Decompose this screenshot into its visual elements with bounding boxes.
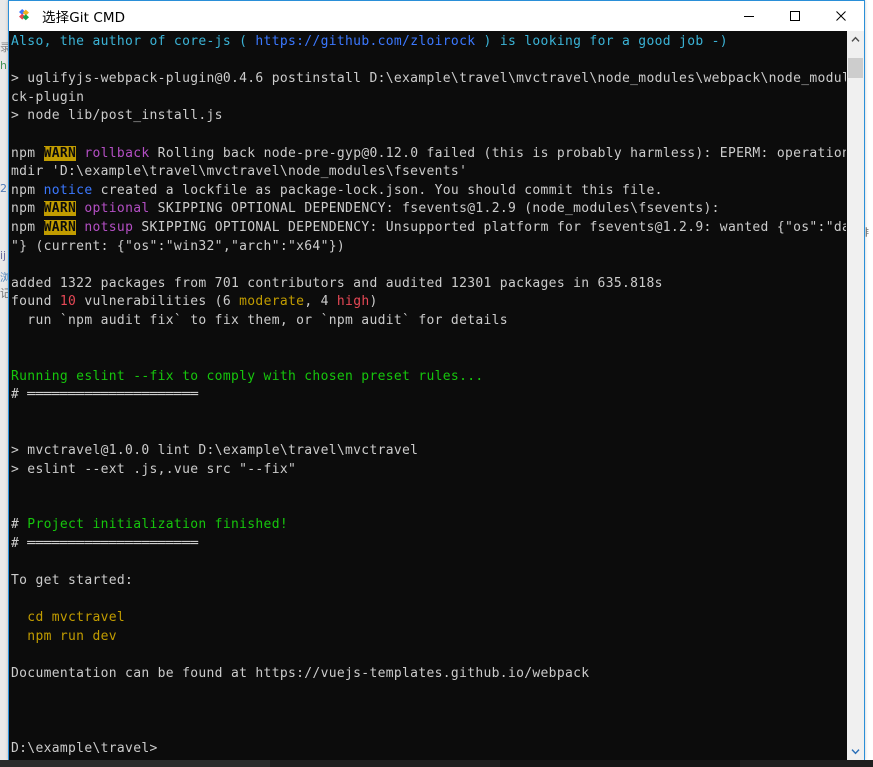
maximize-button[interactable] [772,1,818,31]
terminal-line: > node lib/post_install.js [11,108,223,123]
close-button[interactable] [818,1,864,31]
scroll-down-arrow[interactable] [847,743,864,760]
terminal-line: # ═════════════════════ [11,387,198,402]
scroll-up-arrow[interactable] [847,31,864,48]
terminal-segment: vulnerabilities (6 [76,294,240,310]
terminal-segment: WARN [43,219,77,235]
terminal-segment: Documentation can be found at https://vu… [11,666,590,682]
terminal-segment: WARN [43,145,77,161]
terminal-output-region[interactable]: Also, the author of core-js ( https://gi… [9,31,846,760]
terminal-segment: D:\example\travel> [11,740,158,756]
terminal-line: # ═════════════════════ [11,536,198,551]
git-cmd-window: 选择Git CMD Also, the author of core-js ( … [8,0,865,760]
taskbar-segment-left[interactable] [0,760,270,767]
terminal-segment: 10 [59,294,77,310]
terminal-segment: npm [11,145,44,161]
terminal-segment: ck-plugin [11,89,85,105]
terminal-area: Also, the author of core-js ( https://gi… [9,31,864,760]
terminal-segment: "} (current: {"os":"win32","arch":"x64"}… [11,238,346,254]
terminal-segment: SKIPPING OPTIONAL DEPENDENCY: fsevents@1… [149,201,720,217]
terminal-line: npm WARN notsup SKIPPING OPTIONAL DEPEND… [11,219,846,235]
terminal-segment: found [11,294,60,310]
terminal-line: ck-plugin [11,90,84,105]
terminal-line: > eslint --ext .js,.vue src "--fix" [11,462,296,477]
terminal-segment: > node lib/post_install.js [11,108,223,124]
terminal-line: cd mvctravel [11,610,125,625]
window-controls [726,1,864,31]
terminal-line: npm notice created a lockfile as package… [11,183,663,198]
terminal-segment: SKIPPING OPTIONAL DEPENDENCY: Unsupporte… [141,219,846,235]
terminal-line: Documentation can be found at https://vu… [11,666,589,681]
terminal-segment: cd mvctravel [11,610,126,626]
terminal-segment: npm run dev [11,629,117,644]
terminal-segment: ) is looking for a good job -) [475,34,728,49]
git-cmd-icon [15,7,33,25]
minimize-button[interactable] [726,1,772,31]
terminal-segment: optional [84,201,150,217]
terminal-segment: https://github.com/zloirock [255,34,476,49]
terminal-segment: notice [43,182,93,198]
window-title: 选择Git CMD [42,10,126,26]
terminal-segment: run `npm audit fix` to fix them, or `npm… [11,312,508,328]
terminal-segment: > eslint --ext .js,.vue src "--fix" [11,461,297,477]
terminal-line: > uglifyjs-webpack-plugin@0.4.6 postinst… [11,71,846,86]
terminal-segment: npm [11,182,44,198]
terminal-line: npm WARN rollback Rolling back node-pre-… [11,145,846,161]
terminal-segment: Project initialization finished! [27,517,288,533]
terminal-segment: moderate [239,294,305,310]
terminal-segment: # ═════════════════════ [11,536,199,552]
terminal-segment: created a lockfile as package-lock.json.… [92,182,663,198]
terminal-line: run `npm audit fix` to fix them, or `npm… [11,313,508,328]
terminal-line: npm run dev [11,629,117,644]
desktop-icon-5[interactable]: ij [0,250,6,262]
desktop-icon-2[interactable]: 2 [0,183,7,195]
terminal-line: Also, the author of core-js ( https://gi… [11,34,728,49]
terminal-segment: notsup [84,219,134,235]
window-titlebar[interactable]: 选择Git CMD [9,1,864,31]
taskbar[interactable] [0,760,873,767]
terminal-line: "} (current: {"os":"win32","arch":"x64"}… [11,239,345,254]
terminal-line: # Project initialization finished! [11,517,288,532]
terminal-line: D:\example\travel> [11,741,158,756]
terminal-segment: # ═════════════════════ [11,387,199,403]
terminal-segment: Running eslint --fix to comply with chos… [11,368,484,384]
terminal-segment: WARN [43,201,77,217]
terminal-line: npm WARN optional SKIPPING OPTIONAL DEPE… [11,201,720,217]
terminal-segment: rollback [84,145,150,161]
terminal-line: > mvctravel@1.0.0 lint D:\example\travel… [11,443,418,458]
terminal-segment: npm [11,219,44,235]
taskbar-segment-mid[interactable] [500,760,740,767]
scrollbar-track[interactable] [847,48,864,743]
terminal-segment: # [11,517,28,533]
terminal-segment: > mvctravel@1.0.0 lint D:\example\travel… [11,443,419,459]
terminal-line: found 10 vulnerabilities (6 moderate, 4 … [11,294,378,309]
terminal-line: added 1322 packages from 701 contributor… [11,276,663,291]
terminal-line: To get started: [11,573,133,588]
terminal-segment: mdir 'D:\example\travel\mvctravel\node_m… [11,164,468,180]
terminal-segment: npm [11,201,44,217]
scroll-thumb[interactable] [848,58,863,78]
terminal-segment: ) [369,294,378,310]
terminal-segment: , 4 [304,294,337,310]
terminal-line: mdir 'D:\example\travel\mvctravel\node_m… [11,164,467,179]
terminal-segment: added 1322 packages from 701 contributor… [11,275,663,291]
terminal-segment: > uglifyjs-webpack-plugin@0.4.6 postinst… [11,71,846,87]
desktop-icon-1[interactable]: h [0,60,7,72]
vertical-scrollbar[interactable] [846,31,864,760]
terminal-segment: high [336,294,370,310]
terminal-segment: Rolling back node-pre-gyp@0.12.0 failed … [157,145,846,161]
terminal-segment: To get started: [11,573,134,589]
terminal-segment: Also, the author of core-js ( [11,34,256,49]
terminal-text: Also, the author of core-js ( https://gi… [11,33,846,760]
terminal-line: Running eslint --fix to comply with chos… [11,369,484,384]
